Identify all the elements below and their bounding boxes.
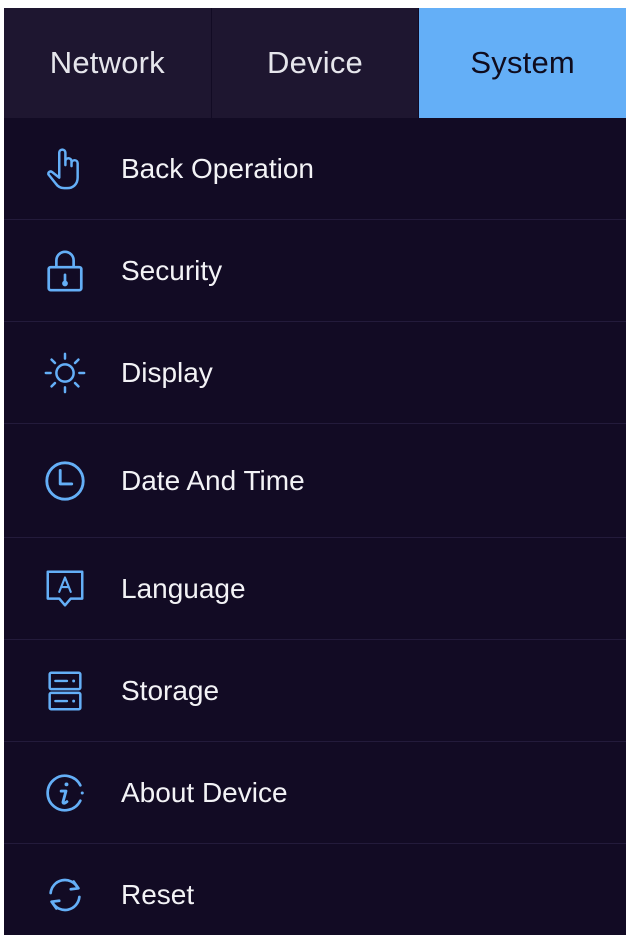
menu-item-storage[interactable]: Storage [4,640,626,742]
menu-item-security[interactable]: Security [4,220,626,322]
info-icon [40,768,90,818]
brightness-icon [40,348,90,398]
menu-label-security: Security [121,254,223,286]
clock-icon [40,456,90,506]
menu-item-language[interactable]: Language [4,538,626,640]
tab-device[interactable]: Device [210,8,419,118]
menu-item-display[interactable]: Display [4,322,626,424]
menu-label-storage: Storage [121,674,220,706]
tab-system[interactable]: System [418,8,626,118]
storage-icon [40,666,90,716]
menu-item-about-device[interactable]: About Device [4,742,626,844]
menu-label-back-operation: Back Operation [121,152,314,184]
menu-label-reset: Reset [121,878,195,910]
menu-label-about-device: About Device [121,776,288,808]
lock-icon [40,246,90,296]
menu-item-back-operation[interactable]: Back Operation [4,118,626,220]
tab-network[interactable]: Network [4,8,211,118]
settings-screen: Network Device System Back Operation Sec… [4,8,626,935]
menu-label-display: Display [121,356,213,388]
menu-item-date-and-time[interactable]: Date And Time [4,424,626,538]
hand-pointer-icon [40,144,90,194]
reset-icon [40,870,90,920]
tab-bar: Network Device System [4,8,626,118]
menu-label-date-and-time: Date And Time [121,464,305,496]
language-icon [40,564,90,614]
menu-label-language: Language [121,572,246,604]
system-menu: Back Operation Security Display Date And… [4,118,626,935]
menu-item-reset[interactable]: Reset [4,844,626,935]
